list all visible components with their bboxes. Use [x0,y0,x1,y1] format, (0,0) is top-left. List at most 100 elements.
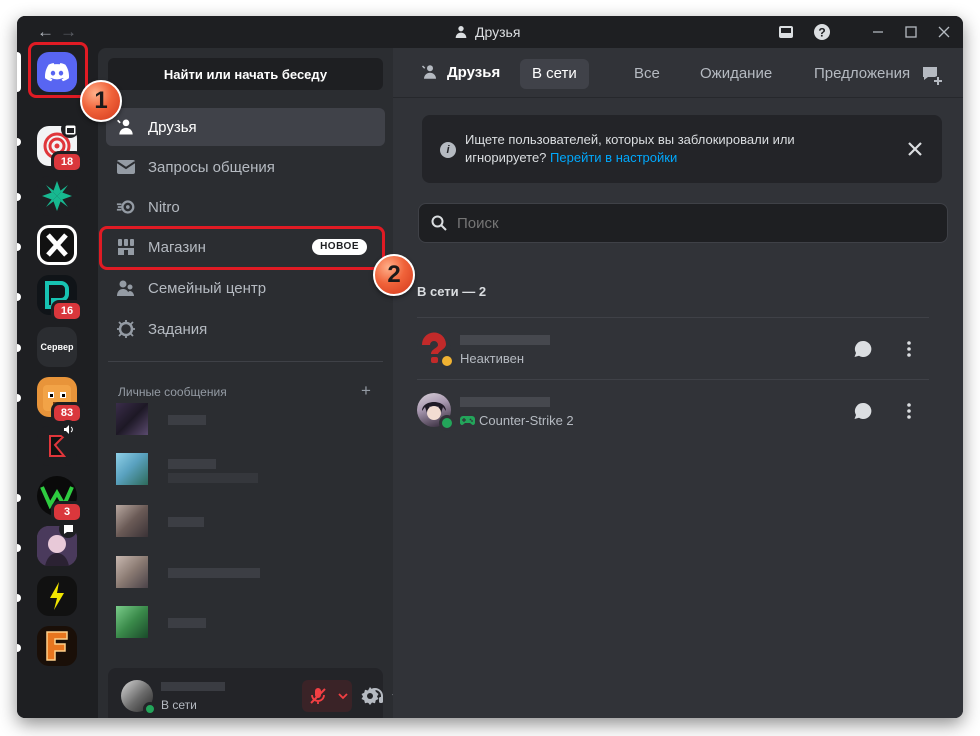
message-icon[interactable] [845,393,881,429]
avatar [116,505,148,537]
blocked-users-notice: i Ищете пользователей, которых вы заблок… [422,115,942,183]
dm-item[interactable] [116,403,376,451]
unread-indicator [17,394,21,402]
avatar [116,453,148,485]
username-redacted [161,682,225,691]
sidebar-item-message-requests[interactable]: Запросы общения [106,148,385,186]
server-text-icon: Сервер [40,342,74,352]
more-options-icon[interactable] [891,331,927,367]
quests-icon [116,319,136,339]
window-title: Друзья [453,24,520,40]
unread-indicator [17,293,21,301]
step-marker-2: 2 [373,254,415,296]
server-icon-12[interactable] [37,626,77,666]
nitro-icon [116,197,136,217]
sidebar-item-label: Задания [148,320,208,338]
server-icon-4[interactable] [37,225,77,265]
friends-search [418,203,948,243]
server-icon-8[interactable] [37,420,77,466]
friends-icon [455,26,467,38]
settings-link[interactable]: Перейти в настройки [550,150,677,165]
sidebar-item-label: Семейный центр [148,279,267,297]
tab-all[interactable]: Все [622,59,672,89]
minimize-icon[interactable] [869,23,887,41]
title-bar: ←→ Друзья ? [17,16,963,48]
server-icon-11[interactable] [37,576,77,616]
create-dm-button[interactable]: + [361,381,371,401]
dm-item[interactable] [116,505,376,553]
friend-name-redacted [460,335,550,345]
tab-online[interactable]: В сети [520,59,589,89]
sidebar-item-quests[interactable]: Задания [106,310,385,348]
friends-title: Друзья [421,63,500,81]
sidebar-item-label: Nitro [148,198,180,216]
highlight-shop-item [99,226,385,270]
avatar [116,403,148,435]
sidebar-item-family-center[interactable]: Семейный центр [106,269,385,307]
dm-item[interactable] [116,606,376,654]
friend-status: Counter-Strike 2 [479,413,574,428]
friends-header: Друзья В сети Все Ожидание Предложения [393,48,963,98]
friend-row[interactable]: Counter-Strike 2 [417,379,929,441]
server-icon-5[interactable]: 16 [37,275,83,322]
sidebar-item-friends[interactable]: Друзья [106,108,385,146]
dm-name-redacted [168,517,204,527]
friends-title-text: Друзья [447,63,501,81]
unread-indicator [17,193,21,201]
friends-icon [116,117,136,137]
server-icon-6[interactable]: Сервер [37,327,77,367]
sidebar-item-nitro[interactable]: Nitro [106,188,385,226]
dm-activity-redacted [168,473,258,483]
chevron-down-icon[interactable] [335,680,351,712]
find-conversation-button[interactable]: Найти или начать беседу [108,58,383,90]
server-icon-9[interactable]: 3 [37,476,83,523]
channel-sidebar: Найти или начать беседу Друзья Запросы о… [98,48,402,718]
microphone-muted-icon[interactable] [302,680,334,712]
dm-header: Личные сообщения [118,385,227,399]
help-icon[interactable]: ? [813,23,831,41]
online-status-dot [143,702,157,716]
back-arrow-icon[interactable]: ← [37,22,60,41]
inbox-icon[interactable] [777,23,795,41]
envelope-icon [116,157,136,177]
server-icon-3[interactable] [37,176,77,216]
step-marker-1: 1 [80,80,122,122]
dm-name-redacted [168,459,216,469]
dm-name-redacted [168,618,206,628]
friend-activity: Counter-Strike 2 [460,413,574,428]
close-icon[interactable] [906,140,924,158]
settings-gear-icon[interactable] [356,680,384,712]
notice-text: Ищете пользователей, которых вы заблокир… [465,131,865,167]
unread-indicator [17,243,21,251]
online-count: В сети — 2 [417,284,487,299]
unread-indicator [17,494,21,502]
unread-indicator [17,644,21,652]
dm-name-redacted [168,415,206,425]
server-icon-10[interactable] [37,520,77,566]
new-group-dm-icon[interactable] [921,64,943,86]
dm-item[interactable] [116,453,376,501]
more-options-icon[interactable] [891,393,927,429]
tab-suggestions[interactable]: Предложения [802,59,922,89]
forward-arrow-icon[interactable]: → [60,22,83,41]
tab-pending[interactable]: Ожидание [688,59,784,89]
event-icon [61,120,79,138]
info-icon: i [440,142,456,158]
message-icon[interactable] [845,331,881,367]
chat-bubble-icon [59,520,77,538]
dm-item[interactable] [116,556,376,604]
search-input[interactable] [457,204,937,242]
friends-icon [421,65,436,79]
user-panel: В сети [108,668,402,718]
friend-row[interactable]: Неактивен [417,317,929,379]
unread-indicator [17,594,21,602]
window-title-text: Друзья [475,24,521,40]
close-window-icon[interactable] [935,23,953,41]
maximize-icon[interactable] [902,23,920,41]
gamepad-icon [460,415,475,425]
family-icon [116,278,136,298]
server-icon-7[interactable]: 83 [37,377,83,424]
divider [108,361,383,362]
highlight-home-button [28,42,88,98]
server-icon-2[interactable]: 18 [37,120,83,173]
